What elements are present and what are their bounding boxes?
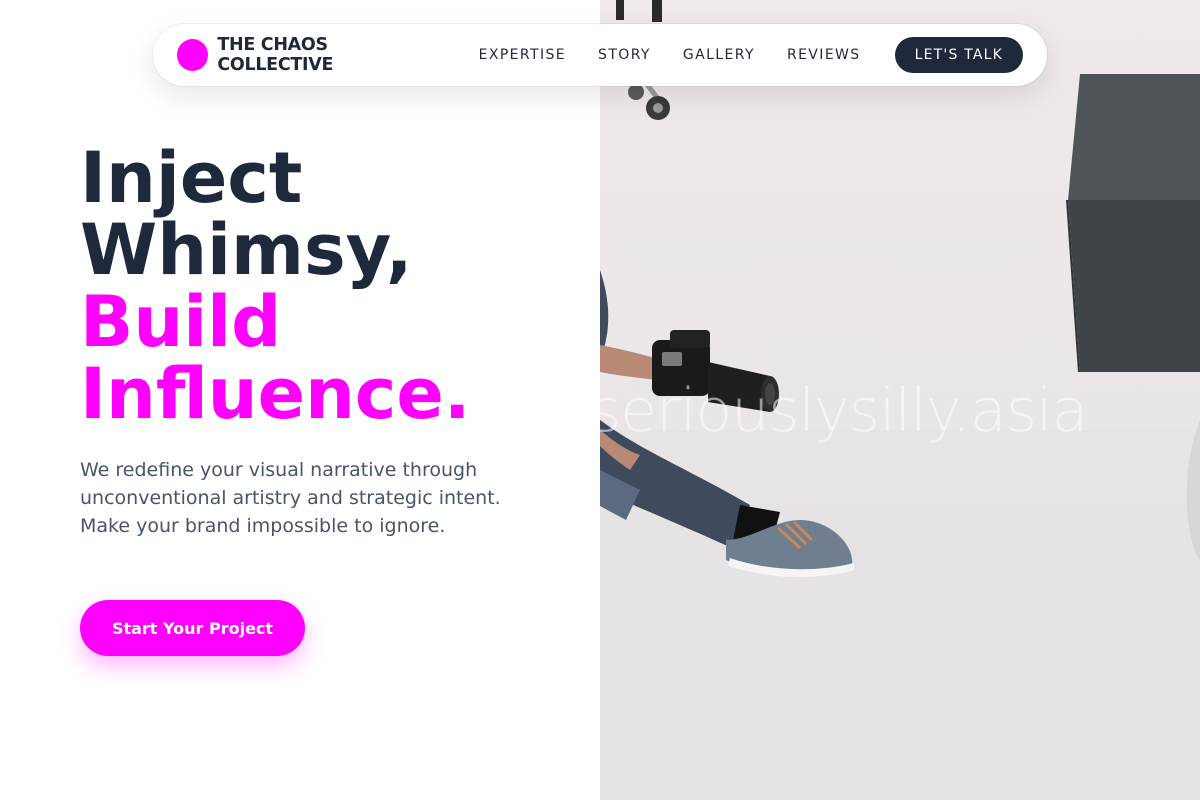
hero-title: Inject Whimsy, Build Influence.: [80, 142, 580, 430]
hero-title-line-2: Whimsy,: [80, 209, 413, 291]
hero-title-accent-line-1: Build: [80, 281, 282, 363]
start-project-button[interactable]: Start Your Project: [80, 600, 305, 656]
nav-link-gallery[interactable]: GALLERY: [683, 47, 755, 63]
hero-title-accent-line-2: Influence.: [80, 353, 471, 435]
nav-link-expertise[interactable]: EXPERTISE: [479, 47, 566, 63]
hero-photo: seriouslysilly.asia: [600, 0, 1200, 800]
top-nav: THE CHAOS COLLECTIVE EXPERTISE STORY GAL…: [153, 24, 1047, 86]
nav-link-story[interactable]: STORY: [598, 47, 651, 63]
nav-links: EXPERTISE STORY GALLERY REVIEWS: [479, 47, 893, 63]
lets-talk-button[interactable]: LET'S TALK: [894, 37, 1023, 73]
nav-link-reviews[interactable]: REVIEWS: [787, 47, 861, 63]
brand-dot-icon: [177, 39, 209, 71]
hero-title-line-1: Inject: [80, 137, 303, 219]
brand-name: THE CHAOS COLLECTIVE: [217, 35, 334, 75]
brand-logo[interactable]: THE CHAOS COLLECTIVE: [177, 35, 445, 75]
hero-description: We redefine your visual narrative throug…: [80, 459, 501, 537]
watermark-text: seriouslysilly.asia: [600, 376, 1088, 446]
